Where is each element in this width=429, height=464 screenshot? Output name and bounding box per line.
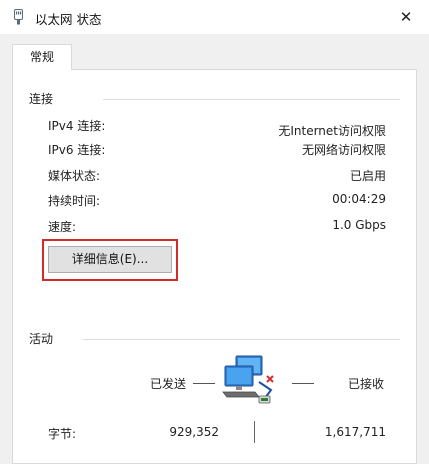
close-button[interactable]: ✕ (383, 0, 429, 34)
ipv4-label: IPv4 连接: (48, 119, 106, 133)
ipv6-value: 无网络访问权限 (301, 143, 386, 157)
activity-divider (83, 339, 400, 340)
connection-section-title: 连接 (29, 92, 54, 106)
tab-panel-general: 连接 IPv4 连接: 无Internet访问权限 IPv6 连接: 无网络访问… (12, 69, 417, 464)
dialog-body: 常规 连接 IPv4 连接: 无Internet访问权限 IPv6 连接: 无网… (0, 34, 429, 464)
speed-value: 1.0 Gbps (332, 218, 386, 232)
speed-label: 速度: (48, 220, 77, 234)
window-title: 以太网 状态 (35, 12, 102, 27)
network-computers-icon (222, 355, 274, 404)
duration-label: 持续时间: (48, 194, 101, 208)
ipv4-value: 无Internet访问权限 (278, 124, 386, 138)
tab-general[interactable]: 常规 (12, 44, 72, 70)
received-dash (292, 383, 314, 384)
title-bar: 以太网 状态 ✕ (0, 0, 429, 34)
media-state-label: 媒体状态: (48, 169, 101, 183)
network-adapter-icon (14, 9, 23, 25)
bytes-received-value: 1,617,711 (324, 425, 386, 439)
sent-label: 已发送 (150, 377, 187, 391)
received-label: 已接收 (348, 377, 385, 391)
bytes-label: 字节: (48, 427, 77, 441)
activity-section-title: 活动 (29, 332, 54, 346)
bytes-divider (254, 421, 255, 443)
duration-value: 00:04:29 (332, 192, 386, 206)
sent-dash (193, 383, 215, 384)
ipv6-label: IPv6 连接: (48, 143, 106, 157)
close-icon: ✕ (399, 8, 413, 26)
bytes-sent-value: 929,352 (169, 425, 219, 439)
details-button[interactable]: 详细信息(E)... (48, 246, 172, 273)
media-state-value: 已启用 (349, 169, 386, 183)
connection-divider (103, 99, 400, 100)
